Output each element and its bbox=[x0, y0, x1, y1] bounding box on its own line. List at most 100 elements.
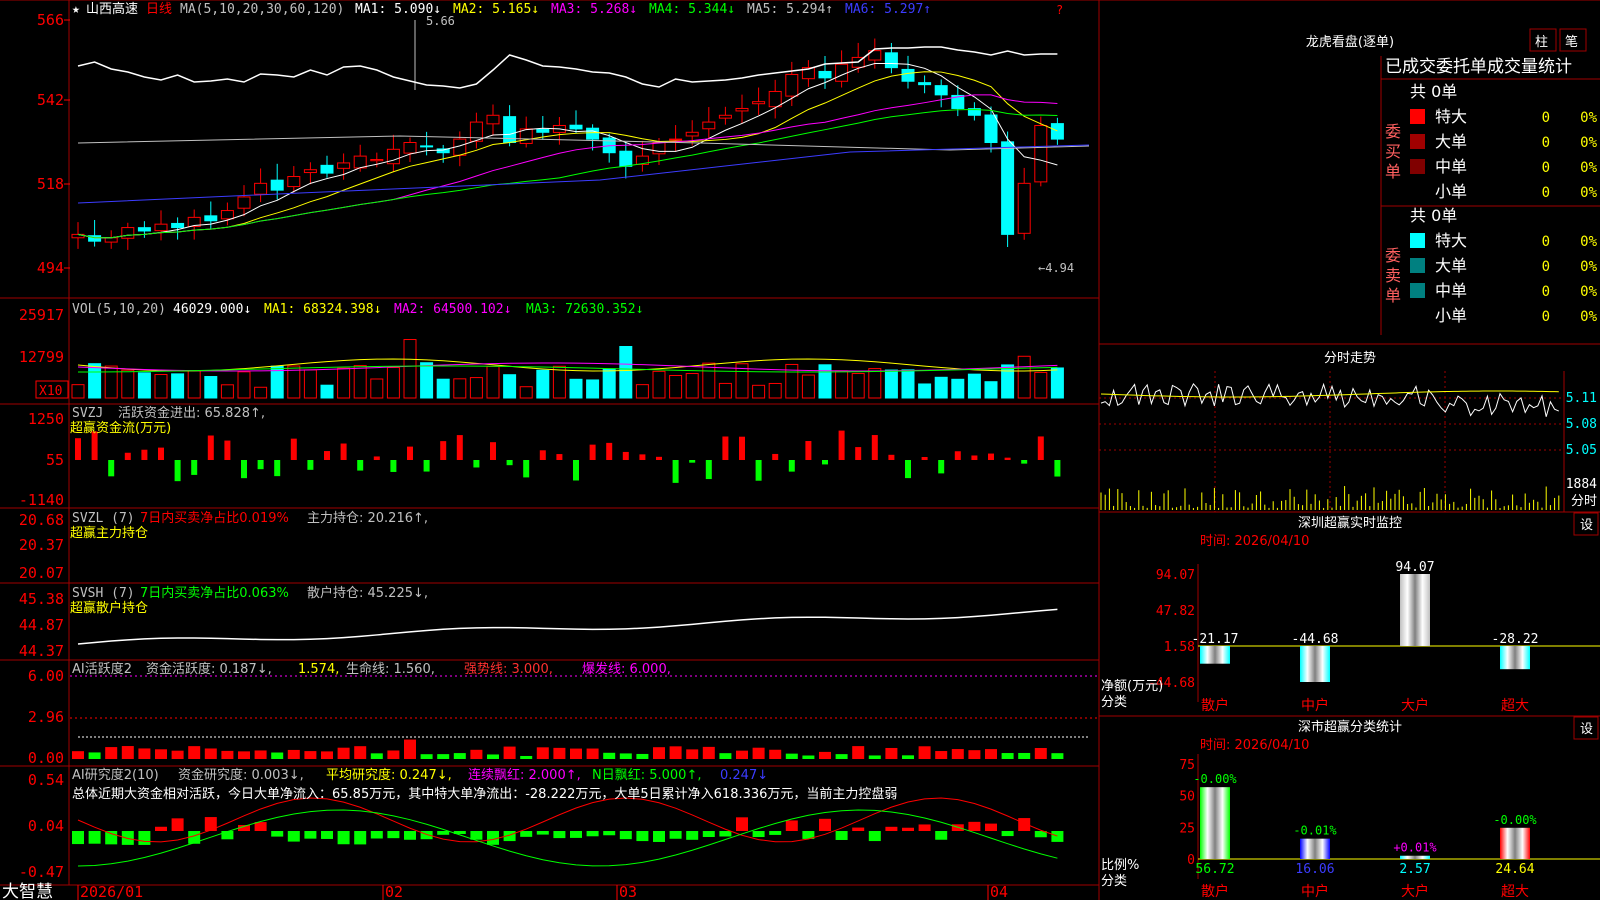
mode-button-label[interactable]: 柱 bbox=[1535, 35, 1548, 50]
ai-activity-value: 资金活跃度: 0.187↓, bbox=[146, 661, 272, 677]
svzj-tick: -1140 bbox=[19, 491, 64, 509]
volume-bar bbox=[121, 369, 135, 399]
ai-activity-value: 1.574, bbox=[298, 662, 339, 677]
ma-value: MA2: 5.165↓ bbox=[453, 2, 539, 17]
bar-value-label: 24.64 bbox=[1495, 862, 1534, 877]
ai-research-value: 资金研究度: 0.003↓, bbox=[178, 767, 304, 783]
flow-bar bbox=[871, 435, 878, 460]
volume-bar bbox=[918, 383, 932, 399]
ai-research-tick: -0.47 bbox=[19, 863, 64, 881]
activity-bar bbox=[802, 755, 815, 759]
svzj-tick: 55 bbox=[46, 451, 64, 469]
research-bar bbox=[387, 831, 400, 839]
price-tick: 566 bbox=[37, 11, 64, 29]
activity-bar bbox=[1034, 748, 1047, 759]
candle bbox=[254, 182, 268, 195]
order-pct: 0% bbox=[1580, 234, 1597, 250]
volume-bar bbox=[254, 386, 268, 399]
flow-bar bbox=[108, 460, 115, 477]
volume-bar bbox=[171, 373, 185, 399]
bar bbox=[1400, 855, 1430, 859]
research-bar bbox=[918, 824, 931, 831]
activity-bar bbox=[935, 751, 948, 759]
activity-bar bbox=[553, 747, 566, 759]
candle bbox=[104, 237, 118, 243]
activity-bar bbox=[669, 746, 682, 759]
side-label: 单 bbox=[1385, 162, 1401, 181]
research-bar bbox=[287, 831, 300, 842]
volume-bar bbox=[1001, 364, 1015, 399]
volume-bar bbox=[436, 378, 450, 399]
svzj-text: 活跃资金进出: 65.828↑, bbox=[118, 405, 265, 421]
date-label: 04 bbox=[990, 883, 1008, 900]
bar bbox=[1200, 787, 1230, 859]
volume-bar bbox=[818, 364, 832, 399]
volume-bar bbox=[1050, 367, 1064, 399]
svsh-tick: 45.38 bbox=[19, 590, 64, 608]
date-label: 02 bbox=[385, 883, 403, 900]
research-bar bbox=[586, 831, 599, 837]
svsh-text2: 散户持仓: 45.225↓, bbox=[307, 585, 428, 601]
bar-value-label: 2.57 bbox=[1399, 862, 1430, 877]
volume-bar bbox=[88, 363, 102, 399]
flow-bar bbox=[1004, 457, 1011, 460]
candle bbox=[669, 138, 683, 141]
volume-bar bbox=[370, 378, 384, 399]
bar-change-label: +0.01% bbox=[1393, 841, 1437, 855]
research-bar bbox=[155, 826, 167, 831]
order-size-label: 中单 bbox=[1435, 157, 1467, 176]
date-label: 2026/01 bbox=[80, 883, 143, 900]
volume-bar bbox=[154, 374, 168, 399]
activity-bar bbox=[503, 746, 516, 759]
flow-bar bbox=[357, 460, 364, 471]
research-bar bbox=[819, 818, 831, 831]
vol-label: VOL(5,10,20) bbox=[72, 302, 166, 317]
mode-button-label[interactable]: 笔 bbox=[1565, 34, 1578, 50]
activity-bar bbox=[287, 749, 300, 759]
vol-ma-value: MA2: 64500.102↓ bbox=[394, 302, 511, 317]
flow-bar bbox=[307, 460, 314, 470]
research-bar bbox=[968, 821, 981, 831]
activity-bar bbox=[1051, 753, 1064, 759]
volume-bar bbox=[669, 374, 683, 399]
settings-label[interactable]: 设 bbox=[1580, 722, 1593, 737]
svzl-tick: 20.68 bbox=[19, 511, 64, 529]
right-panels: 龙虎看盘(逐单) 柱笔已成交委托单成交量统计委买单共 0单特大 0 0%大单 0 0%中单… bbox=[1099, 28, 1600, 900]
left-charts[interactable] bbox=[70, 20, 1099, 867]
volume-bar bbox=[204, 376, 218, 399]
research-bar bbox=[370, 831, 383, 839]
candle bbox=[370, 159, 384, 162]
bar-change-label: -0.00% bbox=[1493, 813, 1537, 827]
bar-y-tick: 47.82 bbox=[1156, 604, 1195, 619]
order-pct: 0% bbox=[1580, 160, 1597, 176]
candle bbox=[934, 85, 948, 96]
order-total: 共 0单 bbox=[1410, 82, 1457, 101]
candle bbox=[586, 127, 600, 140]
ai-activity-value: 强势线: 3.000, bbox=[464, 661, 553, 677]
activity-bar bbox=[868, 755, 881, 759]
intraday-price-tick: 5.05 bbox=[1566, 443, 1597, 458]
bar-y-tick: 94.07 bbox=[1156, 568, 1195, 583]
volume-bar bbox=[934, 376, 948, 399]
research-bar bbox=[536, 831, 549, 835]
ai-activity-tick: 6.00 bbox=[28, 667, 64, 685]
bar-y-label: 比例% bbox=[1101, 858, 1139, 873]
svsh-text1: 7日内买卖净占比0.063% bbox=[140, 585, 289, 601]
activity-bar bbox=[221, 750, 234, 759]
bar bbox=[1500, 645, 1530, 670]
volume-bar bbox=[951, 378, 965, 399]
flow-bar bbox=[324, 451, 330, 460]
flow-bar bbox=[938, 460, 945, 474]
ma5-line bbox=[77, 135, 1090, 151]
activity-bar bbox=[686, 749, 699, 759]
ai-activity-value: 爆发线: 6.000, bbox=[582, 661, 671, 677]
flow-bar bbox=[1054, 460, 1061, 477]
bar-x-label: 分类 bbox=[1101, 695, 1127, 710]
activity-bar bbox=[819, 751, 831, 759]
activity-bar bbox=[719, 753, 732, 759]
ai-research-tick: 0.04 bbox=[28, 817, 64, 835]
ma-value: MA4: 5.344↓ bbox=[649, 2, 735, 17]
activity-bar bbox=[1018, 752, 1031, 759]
settings-label[interactable]: 设 bbox=[1580, 518, 1593, 533]
flow-bar bbox=[407, 446, 413, 460]
